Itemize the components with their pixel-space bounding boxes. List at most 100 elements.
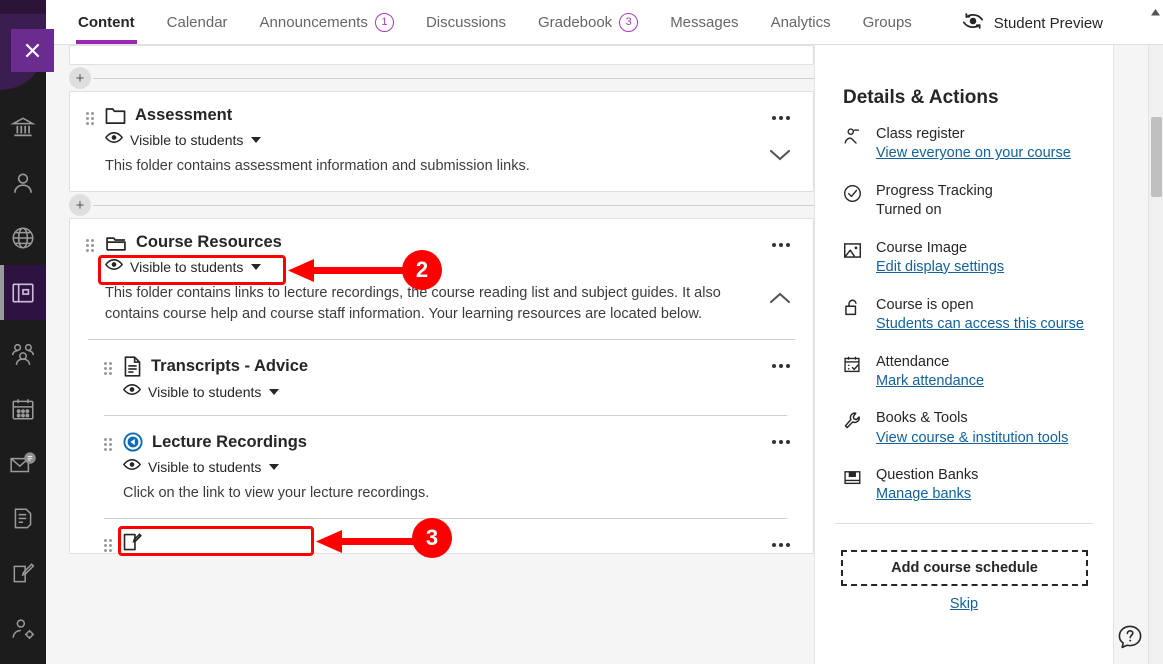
rail-item-profile[interactable] bbox=[0, 155, 46, 210]
add-content-plus-icon[interactable]: + bbox=[69, 194, 91, 217]
annotation-number-2: 2 bbox=[402, 250, 442, 290]
skip-label: Skip bbox=[949, 596, 979, 613]
course-image-icon bbox=[843, 239, 864, 279]
globe-icon bbox=[10, 225, 36, 251]
question-banks-link[interactable]: Manage banks bbox=[876, 484, 978, 506]
add-content-plus-icon[interactable]: + bbox=[69, 67, 91, 89]
assessment-expand-button[interactable] bbox=[765, 142, 795, 172]
tab-groups[interactable]: Groups bbox=[847, 0, 928, 44]
tab-calendar[interactable]: Calendar bbox=[151, 0, 244, 44]
close-icon bbox=[22, 40, 43, 61]
chevron-down-icon bbox=[251, 137, 262, 143]
profile-icon bbox=[10, 170, 36, 196]
tab-messages[interactable]: Messages bbox=[654, 0, 754, 44]
assessment-visibility-toggle[interactable]: Visible to students bbox=[104, 131, 753, 149]
rail-item-institution[interactable] bbox=[0, 100, 46, 155]
lecture-recordings-overflow-menu-button[interactable] bbox=[767, 432, 795, 452]
chevron-up-icon bbox=[769, 291, 791, 310]
student-preview-button[interactable]: Student Preview bbox=[961, 11, 1103, 35]
course-resources-overflow-menu-button[interactable] bbox=[767, 235, 795, 255]
admin-icon bbox=[10, 616, 36, 642]
books-and-tools-link[interactable]: View course & institution tools bbox=[876, 428, 1068, 450]
skip-schedule-link[interactable]: Skip bbox=[815, 596, 1113, 612]
transcripts-advice-overflow-menu-button[interactable] bbox=[767, 356, 795, 376]
tab-calendar-label: Calendar bbox=[166, 13, 228, 31]
student-preview-label: Student Preview bbox=[993, 14, 1103, 32]
content-list: + Assessment Visible to students This fo… bbox=[69, 45, 814, 555]
messages-icon bbox=[9, 451, 37, 477]
close-panel-button[interactable] bbox=[11, 29, 54, 72]
tab-discussions-label: Discussions bbox=[425, 13, 506, 31]
tab-announcements[interactable]: Announcements 1 bbox=[244, 0, 410, 44]
course-image-label: Course Image bbox=[876, 239, 968, 256]
tab-announcements-label: Announcements bbox=[259, 13, 368, 31]
course-resources-title[interactable]: Course Resources bbox=[136, 233, 282, 252]
assessment-title[interactable]: Assessment bbox=[135, 106, 232, 125]
add-content-row-1[interactable]: + bbox=[69, 65, 814, 91]
drag-handle[interactable] bbox=[104, 539, 115, 553]
transcripts-advice-title[interactable]: Transcripts - Advice bbox=[151, 357, 308, 376]
question-bank-icon bbox=[843, 466, 864, 506]
assessment-overflow-menu-button[interactable] bbox=[767, 108, 795, 128]
rail-item-organisations[interactable] bbox=[0, 326, 46, 381]
scroll-up-arrow-icon[interactable] bbox=[1149, 6, 1162, 19]
eye-icon bbox=[104, 258, 124, 276]
tab-discussions[interactable]: Discussions bbox=[410, 0, 522, 44]
announcements-badge: 1 bbox=[374, 12, 394, 32]
help-question-icon bbox=[1117, 625, 1143, 654]
rail-item-admin[interactable] bbox=[0, 601, 46, 656]
course-is-open-link[interactable]: Students can access this course bbox=[876, 314, 1084, 336]
add-course-schedule-label: Add course schedule bbox=[891, 560, 1038, 577]
drag-handle[interactable] bbox=[104, 438, 115, 454]
tab-analytics[interactable]: Analytics bbox=[755, 0, 847, 44]
tab-groups-label: Groups bbox=[862, 13, 912, 31]
tab-messages-label: Messages bbox=[670, 13, 739, 31]
assessment-visibility-label: Visible to students bbox=[130, 132, 244, 148]
course-tab-bar: Content Calendar Announcements 1 Discuss… bbox=[46, 0, 1163, 45]
course-resources-collapse-button[interactable] bbox=[765, 285, 795, 315]
lecture-recordings-title[interactable]: Lecture Recordings bbox=[152, 433, 307, 452]
attendance-link[interactable]: Mark attendance bbox=[876, 371, 984, 393]
groups-icon bbox=[10, 341, 36, 367]
sidebar-item-question-banks: Question Banks Manage banks bbox=[843, 466, 1113, 506]
rail-item-calendar[interactable] bbox=[0, 381, 46, 436]
course-image-link[interactable]: Edit display settings bbox=[876, 257, 1004, 279]
add-content-row-2[interactable]: + bbox=[69, 192, 814, 218]
chevron-down-icon bbox=[769, 148, 791, 167]
next-child-overflow-menu-button[interactable] bbox=[767, 535, 795, 553]
previous-item-card-partial bbox=[69, 45, 814, 65]
transcripts-advice-item: Transcripts - Advice Visible to students bbox=[88, 340, 813, 415]
rail-item-messages[interactable] bbox=[0, 436, 46, 491]
page-scrollbar-thumb[interactable] bbox=[1151, 117, 1162, 197]
details-and-actions-panel: Details & Actions Class register View ev… bbox=[814, 45, 1114, 664]
annotation-number-3: 3 bbox=[412, 518, 452, 558]
tab-content[interactable]: Content bbox=[62, 0, 151, 44]
left-nav-rail bbox=[0, 0, 46, 664]
rail-item-marks[interactable] bbox=[0, 491, 46, 546]
transcripts-advice-visibility-toggle[interactable]: Visible to students bbox=[122, 383, 753, 401]
add-content-line bbox=[93, 204, 814, 206]
class-register-link[interactable]: View everyone on your course bbox=[876, 143, 1071, 165]
sidebar-item-books-and-tools: Books & Tools View course & institution … bbox=[843, 409, 1113, 449]
student-preview-icon bbox=[961, 11, 985, 35]
document-edit-icon bbox=[123, 533, 142, 553]
tab-analytics-label: Analytics bbox=[770, 13, 831, 31]
drag-handle[interactable] bbox=[86, 112, 97, 128]
rail-item-activity-stream[interactable] bbox=[0, 210, 46, 265]
books-and-tools-label: Books & Tools bbox=[876, 410, 968, 427]
page-scrollbar-track[interactable] bbox=[1148, 45, 1163, 664]
add-course-schedule-button[interactable]: Add course schedule bbox=[841, 550, 1088, 587]
tab-content-label: Content bbox=[78, 13, 135, 31]
attendance-calendar-icon bbox=[843, 353, 864, 393]
lecture-recordings-visibility-toggle[interactable]: Visible to students bbox=[122, 458, 753, 476]
drag-handle[interactable] bbox=[104, 362, 115, 378]
link-tool-icon bbox=[123, 432, 143, 452]
eye-icon bbox=[122, 458, 142, 476]
drag-handle[interactable] bbox=[86, 239, 97, 255]
sidebar-item-progress-tracking: Progress Tracking Turned on bbox=[843, 182, 1113, 222]
tab-gradebook[interactable]: Gradebook 3 bbox=[522, 0, 654, 44]
open-folder-icon bbox=[105, 233, 127, 252]
help-button[interactable] bbox=[1117, 624, 1143, 650]
rail-item-courses[interactable] bbox=[0, 265, 46, 320]
rail-item-tools[interactable] bbox=[0, 546, 46, 601]
